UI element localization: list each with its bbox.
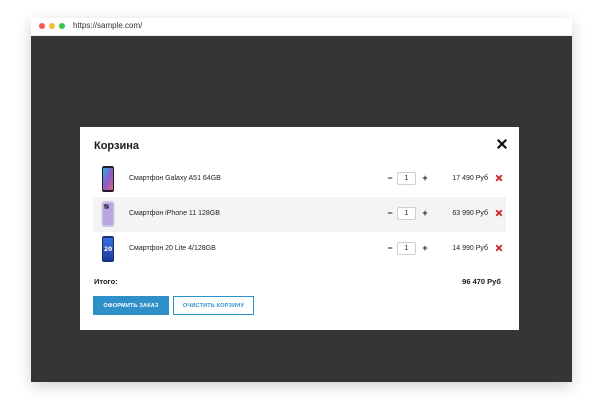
- clear-cart-button[interactable]: Очистить корзину: [173, 296, 254, 315]
- increase-quantity-button[interactable]: +: [420, 207, 430, 219]
- quantity-input[interactable]: [397, 242, 416, 255]
- decrease-quantity-button[interactable]: −: [385, 172, 395, 184]
- total-label: Итого:: [94, 277, 118, 286]
- phone-iphone-icon: [101, 200, 115, 228]
- quantity-input[interactable]: [397, 207, 416, 220]
- close-icon[interactable]: [496, 138, 508, 150]
- maximize-window-dot[interactable]: [59, 23, 65, 29]
- remove-item-icon[interactable]: [495, 209, 503, 217]
- phone-honor-icon: 20: [101, 235, 115, 263]
- remove-item-icon[interactable]: [495, 244, 503, 252]
- cart-title: Корзина: [94, 140, 139, 152]
- cart-items-list: Смартфон Galaxy A51 64GB − + 17 490 Руб: [93, 162, 506, 267]
- quantity-input[interactable]: [397, 172, 416, 185]
- cart-item-row: Смартфон Galaxy A51 64GB − + 17 490 Руб: [93, 162, 506, 197]
- svg-text:20: 20: [104, 246, 112, 253]
- cart-item-row: Смартфон iPhone 11 128GB − + 63 990 Руб: [93, 197, 506, 232]
- increase-quantity-button[interactable]: +: [420, 172, 430, 184]
- item-name[interactable]: Смартфон Galaxy A51 64GB: [129, 174, 221, 184]
- total-value: 96 470 Руб: [462, 277, 501, 286]
- address-bar-url[interactable]: https://sample.com/: [73, 21, 142, 31]
- item-name[interactable]: Смартфон 20 Lite 4/128GB: [129, 244, 216, 254]
- cart-modal: Корзина Смартфон Galaxy A51 64GB − 1 + 1…: [80, 127, 519, 330]
- close-window-dot[interactable]: [39, 23, 45, 29]
- browser-titlebar: https://sample.com/: [31, 18, 572, 36]
- decrease-quantity-button[interactable]: −: [385, 207, 395, 219]
- item-price: 17 490 Руб: [452, 175, 488, 182]
- minimize-window-dot[interactable]: [49, 23, 55, 29]
- page-overlay: Корзина Смартфон Galaxy A51 64GB − 1 + 1…: [31, 36, 572, 382]
- item-price: 14 990 Руб: [452, 245, 488, 252]
- remove-item-icon[interactable]: [495, 174, 503, 182]
- increase-quantity-button[interactable]: +: [420, 242, 430, 254]
- decrease-quantity-button[interactable]: −: [385, 242, 395, 254]
- item-price: 63 990 Руб: [452, 210, 488, 217]
- cart-item-row: 20 Смартфон 20 Lite 4/128GB − + 14 990 Р…: [93, 232, 506, 267]
- browser-window: https://sample.com/ Корзина Смартфон Gal…: [31, 18, 572, 382]
- item-name[interactable]: Смартфон iPhone 11 128GB: [129, 209, 220, 219]
- phone-galaxy-icon: [101, 165, 115, 193]
- place-order-button[interactable]: Оформить заказ: [93, 296, 169, 315]
